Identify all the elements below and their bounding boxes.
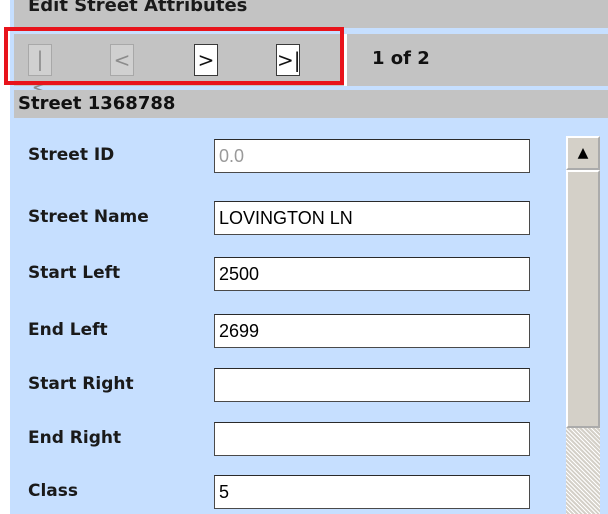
highlight-box: [4, 27, 344, 85]
nav-divider: [344, 34, 347, 86]
field-row-start-right: Start Right: [14, 363, 550, 403]
end-right-label: End Right: [28, 428, 122, 448]
start-left-label: Start Left: [28, 263, 121, 283]
end-right-field[interactable]: [214, 422, 530, 456]
field-row-start-left: Start Left 2500: [14, 252, 550, 292]
attribute-form: Street ID 0.0 Street Name LOVINGTON LN S…: [14, 118, 550, 514]
scroll-thumb[interactable]: [566, 170, 600, 428]
street-name-field[interactable]: LOVINGTON LN: [214, 201, 530, 235]
class-label: Class: [28, 481, 79, 501]
field-row-street-name: Street Name LOVINGTON LN: [14, 196, 550, 236]
triangle-up-icon: ▲: [577, 145, 589, 161]
record-count: 1 of 2: [372, 48, 430, 69]
class-field[interactable]: 5: [214, 475, 530, 509]
start-right-field[interactable]: [214, 368, 530, 402]
section-title: Street 1368788: [18, 93, 176, 114]
field-row-class: Class 5: [14, 470, 550, 510]
window-title-text: Edit Street Attributes: [28, 0, 248, 16]
window-title: Edit Street Attributes: [14, 0, 608, 28]
field-row-end-left: End Left 2699: [14, 309, 550, 349]
end-left-label: End Left: [28, 320, 108, 340]
section-header: Street 1368788: [14, 90, 608, 118]
end-left-field[interactable]: 2699: [214, 314, 530, 348]
street-id-field[interactable]: 0.0: [214, 139, 530, 173]
start-right-label: Start Right: [28, 374, 134, 394]
scroll-up-button[interactable]: ▲: [566, 136, 600, 170]
scroll-track[interactable]: [566, 428, 600, 514]
field-row-street-id: Street ID 0.0: [14, 134, 550, 174]
street-id-label: Street ID: [28, 145, 115, 165]
start-left-field[interactable]: 2500: [214, 257, 530, 291]
street-name-label: Street Name: [28, 207, 149, 227]
field-row-end-right: End Right: [14, 417, 550, 457]
vertical-scrollbar[interactable]: ▲: [566, 136, 600, 514]
